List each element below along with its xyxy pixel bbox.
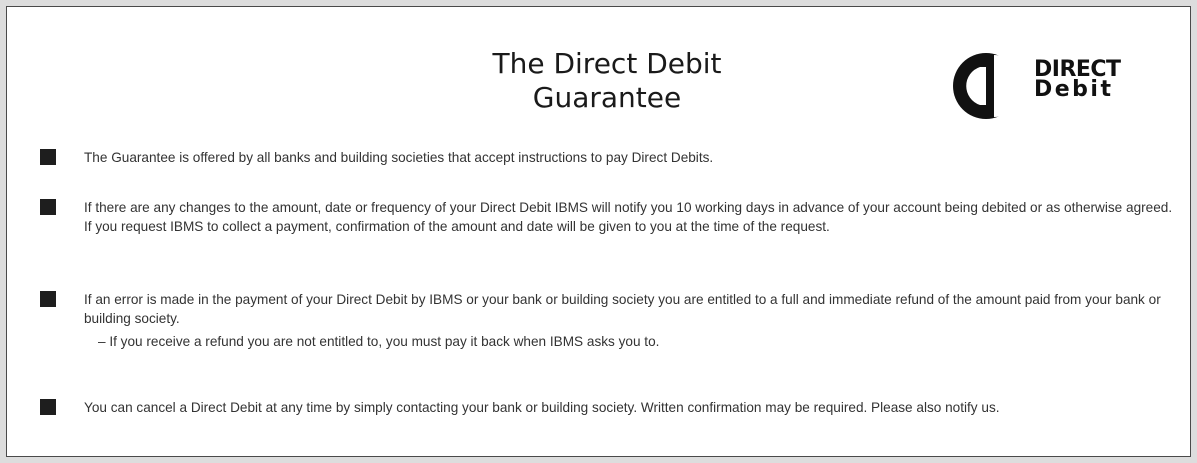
square-bullet-icon xyxy=(40,199,56,215)
guarantee-item-subpoint: – If you receive a refund you are not en… xyxy=(98,334,660,349)
logo-word-debit: Debit xyxy=(1034,77,1114,102)
page-title: The Direct Debit Guarantee xyxy=(307,47,907,115)
square-bullet-icon xyxy=(40,399,56,415)
guarantee-item-text-wrap: If an error is made in the payment of yo… xyxy=(84,290,1173,351)
title-line-2: Guarantee xyxy=(532,81,682,114)
guarantee-item-text: The Guarantee is offered by all banks an… xyxy=(84,150,714,165)
guarantee-item-text: If there are any changes to the amount, … xyxy=(84,200,1173,234)
square-bullet-icon xyxy=(40,291,56,307)
direct-debit-mark-icon xyxy=(953,53,1025,119)
direct-debit-logo: DIRECT Debit xyxy=(950,51,1170,121)
guarantee-item-text: If an error is made in the payment of yo… xyxy=(84,292,1161,326)
title-line-1: The Direct Debit xyxy=(492,47,722,80)
guarantee-panel: The Direct Debit Guarantee DIRECT Debit … xyxy=(6,6,1191,457)
square-bullet-icon xyxy=(40,149,56,165)
guarantee-item-text: You can cancel a Direct Debit at any tim… xyxy=(84,400,1000,415)
